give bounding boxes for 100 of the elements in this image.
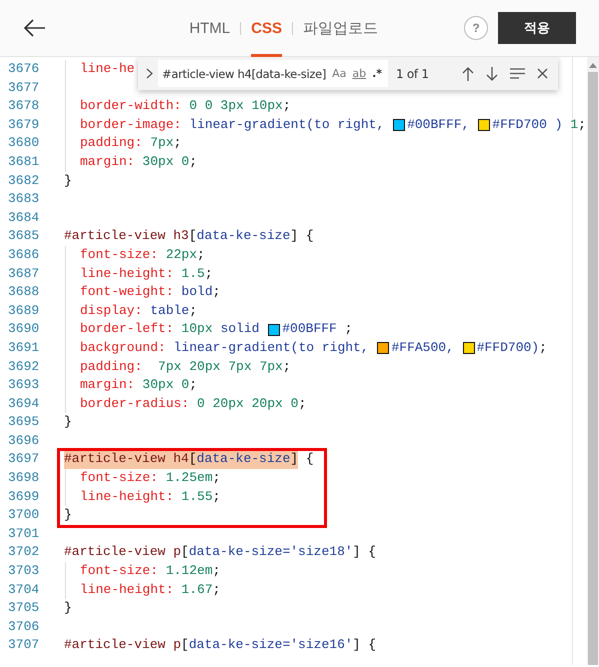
property-text: font-size: bbox=[80, 246, 158, 264]
punctuation-text: ; bbox=[212, 562, 220, 580]
number-text: 1.55 bbox=[180, 488, 213, 506]
line-number: 3691 bbox=[7, 338, 40, 357]
selector-text: #article-view p bbox=[64, 636, 182, 654]
line-number: 3690 bbox=[7, 320, 40, 338]
number-text: 1.5 bbox=[180, 264, 205, 283]
property-text: background: bbox=[80, 338, 166, 357]
line-number: 3705 bbox=[7, 599, 40, 618]
property-text: line-height: bbox=[80, 264, 174, 283]
punctuation-text: ; bbox=[298, 394, 306, 413]
attribute-text: data-ke-size='size18' bbox=[188, 543, 353, 562]
property-text: border-image: bbox=[80, 116, 182, 134]
punctuation-text: ; bbox=[282, 358, 291, 376]
value-text: #FFD700) bbox=[476, 338, 540, 357]
editor-tab[interactable]: HTML bbox=[189, 0, 230, 57]
property-text: margin: bbox=[80, 376, 135, 394]
line-number: 3689 bbox=[7, 302, 40, 320]
property-text: font-weight: bbox=[80, 283, 174, 302]
punctuation-text: ] bbox=[290, 450, 298, 470]
property-text: margin: bbox=[80, 152, 135, 171]
line-number: 3678 bbox=[7, 97, 40, 116]
line-number: 3676 bbox=[7, 60, 40, 78]
line-number: 3686 bbox=[7, 246, 40, 264]
attribute-text: data-ke-size bbox=[196, 450, 290, 470]
find-input[interactable]: #article-view h4[data-ke-size] Aa ab .* bbox=[158, 60, 388, 87]
property-text: line-height: bbox=[80, 488, 174, 506]
search-option[interactable]: .* bbox=[372, 67, 382, 80]
number-text: 1.67 bbox=[180, 580, 213, 599]
value-text: table bbox=[149, 302, 190, 320]
line-number: 3681 bbox=[7, 152, 40, 171]
line-number: 3702 bbox=[7, 543, 40, 562]
punctuation-text: ; bbox=[189, 152, 198, 171]
value-text: bold bbox=[180, 283, 213, 302]
line-number: 3685 bbox=[7, 227, 40, 246]
number-text: 22px bbox=[164, 246, 198, 264]
value-text: #00BFFF bbox=[282, 320, 338, 338]
punctuation-text: ; bbox=[189, 376, 198, 394]
punctuation-text: ; bbox=[282, 97, 291, 116]
line-number: 3701 bbox=[7, 524, 40, 543]
value-text: #00BFFF, bbox=[407, 116, 470, 134]
property-text: border-left: bbox=[80, 320, 174, 338]
line-number: 3700 bbox=[7, 506, 40, 524]
punctuation-text: } bbox=[64, 172, 72, 190]
line-number: 3680 bbox=[7, 134, 40, 152]
line-number: 3687 bbox=[7, 264, 40, 283]
punctuation-text: { bbox=[304, 450, 314, 468]
punctuation-text: } bbox=[64, 413, 72, 432]
line-number: 3682 bbox=[7, 172, 40, 190]
selector-text: #article-view h3 bbox=[64, 227, 189, 246]
value-text: solid bbox=[219, 320, 260, 338]
attribute-text: data-ke-size bbox=[196, 227, 290, 246]
property-text: padding: bbox=[80, 358, 142, 376]
line-number: 3683 bbox=[7, 190, 40, 208]
value-text: linear-gradient(to right, bbox=[172, 338, 370, 357]
number-text: 10px bbox=[180, 320, 213, 338]
attribute-text: data-ke-size='size16' bbox=[188, 636, 353, 654]
punctuation-text: ] { bbox=[352, 543, 376, 562]
punctuation-text: ; bbox=[204, 264, 213, 283]
property-text: font-size: bbox=[80, 469, 158, 488]
punctuation-text: } bbox=[64, 506, 72, 524]
line-number: 3698 bbox=[7, 469, 40, 488]
number-text: 0 0 3px 10px bbox=[188, 97, 283, 116]
help-button[interactable]: ? bbox=[464, 16, 488, 40]
property-text: border-radius: bbox=[80, 394, 190, 413]
property-text: line-height: bbox=[80, 580, 174, 599]
number-text: 1.25em bbox=[164, 469, 213, 488]
punctuation-text: [ bbox=[188, 227, 197, 246]
line-number: 3684 bbox=[7, 208, 40, 227]
line-number: 3677 bbox=[7, 78, 40, 97]
line-number: 3699 bbox=[7, 488, 40, 506]
punctuation-text: ; bbox=[578, 116, 586, 134]
editor-tab[interactable]: 파일업로드 bbox=[303, 0, 378, 57]
line-number: 3697 bbox=[7, 450, 40, 468]
property-text: line-he bbox=[80, 60, 135, 78]
line-number: 3706 bbox=[7, 618, 40, 636]
punctuation-text: [ bbox=[181, 543, 189, 562]
line-number: 3703 bbox=[7, 562, 40, 580]
number-text: 1 bbox=[570, 116, 578, 134]
search-option[interactable]: ab bbox=[352, 67, 366, 80]
property-text: display: bbox=[80, 302, 142, 320]
number-text: 7px 20px 7px 7px bbox=[157, 358, 283, 376]
line-number: 3704 bbox=[7, 580, 40, 599]
apply-button[interactable]: 적용 bbox=[498, 12, 576, 44]
number-text: 1.12em bbox=[164, 562, 213, 580]
punctuation-text: ; bbox=[212, 283, 220, 302]
value-text: #FFD700 ) bbox=[492, 116, 564, 134]
selector-text: #article-view h4 bbox=[64, 450, 189, 470]
value-text: linear-gradient(to right, bbox=[188, 116, 386, 134]
property-text: font-size: bbox=[80, 562, 158, 580]
punctuation-text: ; bbox=[197, 246, 205, 264]
punctuation-text: [ bbox=[181, 636, 189, 654]
punctuation-text: ; bbox=[189, 302, 198, 320]
number-text: 7px bbox=[149, 134, 174, 152]
line-number: 3695 bbox=[7, 413, 40, 432]
line-number: 3707 bbox=[7, 636, 40, 654]
line-number: 3693 bbox=[7, 376, 40, 394]
punctuation-text: ] { bbox=[352, 636, 376, 654]
search-option[interactable]: Aa bbox=[332, 67, 346, 80]
punctuation-text: ] { bbox=[290, 227, 314, 246]
